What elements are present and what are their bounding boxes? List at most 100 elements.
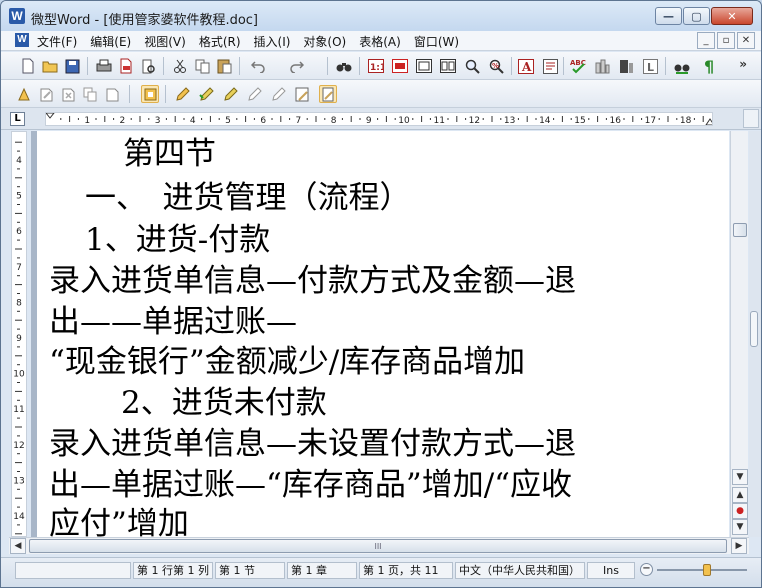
svg-text:¶: ¶	[704, 58, 714, 74]
doc-line[interactable]: 应付”增加	[49, 507, 189, 537]
menu-window[interactable]: 窗口(W)	[414, 33, 459, 50]
print-icon[interactable]	[95, 57, 113, 75]
highlight-pen-icon[interactable]	[173, 85, 191, 103]
doc-line[interactable]: 第四节	[123, 137, 216, 171]
reject-pen-icon[interactable]	[245, 85, 263, 103]
horizontal-scroll-thumb[interactable]: III	[29, 539, 727, 553]
menu-insert[interactable]: 插入(I)	[254, 33, 291, 50]
zoom-icon[interactable]	[463, 57, 481, 75]
minimize-button[interactable]: —	[655, 7, 682, 25]
first-line-indent-marker[interactable]	[46, 113, 55, 119]
browse-object-icon[interactable]: ●	[732, 503, 748, 519]
document-menu-icon[interactable]: W	[15, 33, 29, 47]
vertical-scrollbar[interactable]: ▼ ▲ ● ▼	[730, 131, 748, 537]
ruler-number: 17	[645, 116, 656, 125]
copy-object-icon[interactable]	[81, 85, 99, 103]
doc-line[interactable]: 1、进货-付款	[85, 223, 270, 257]
scroll-right-arrow-icon[interactable]: ▶	[731, 538, 747, 554]
save-icon[interactable]	[63, 57, 81, 75]
menu-object[interactable]: 对象(O)	[303, 33, 346, 50]
binoculars-replace-icon[interactable]	[673, 57, 691, 75]
standard-toolbar: 1:1 % A ABC L ¶ »	[1, 52, 761, 80]
pdf-export-icon[interactable]	[117, 57, 135, 75]
word-app-icon[interactable]: W	[9, 8, 25, 24]
vruler-number: 6	[16, 227, 22, 237]
whole-page-icon[interactable]	[415, 57, 433, 75]
split-handle[interactable]	[750, 311, 758, 347]
scroll-down-arrow-icon[interactable]: ▼	[732, 469, 748, 485]
actual-size-icon[interactable]: 1:1	[367, 57, 385, 75]
format-paragraph-icon[interactable]	[541, 57, 559, 75]
document-page[interactable]: 第四节 一、 进货管理（流程） 1、进货-付款 录入进货单信息—付款方式及金额—…	[37, 131, 729, 537]
close-button[interactable]: ✕	[711, 7, 753, 25]
find-icon[interactable]	[335, 57, 353, 75]
ruler-number: 18	[680, 116, 692, 125]
outline-l-icon[interactable]: L	[641, 57, 659, 75]
menu-edit[interactable]: 编辑(E)	[90, 33, 131, 50]
vertical-ruler[interactable]: 4 5 6 7 8 9 10 11 12 13 14	[11, 131, 27, 537]
next-page-icon[interactable]: ▼	[732, 519, 748, 535]
horizontal-ruler[interactable]: 1 2 3 4 5 6 7 8 9 10 11 12 13 14 15 16 17 18	[45, 112, 713, 126]
spell-check-icon[interactable]: ABC	[569, 57, 587, 75]
zoom-slider-knob[interactable]	[703, 564, 711, 576]
status-insert-mode[interactable]: Ins	[587, 562, 635, 579]
zoom-slider-track[interactable]	[657, 569, 747, 571]
doc-line[interactable]: 2、进货未付款	[121, 386, 327, 420]
copy-icon[interactable]	[193, 57, 211, 75]
scroll-left-arrow-icon[interactable]: ◀	[10, 538, 26, 554]
menu-format[interactable]: 格式(R)	[199, 33, 241, 50]
menu-view[interactable]: 视图(V)	[144, 33, 186, 50]
draw-arrow-icon[interactable]	[15, 85, 33, 103]
menu-file[interactable]: 文件(F)	[37, 33, 77, 50]
svg-text:L: L	[647, 61, 654, 74]
vruler-number: 9	[16, 334, 22, 344]
horizontal-scrollbar[interactable]: ◀ III ▶	[9, 537, 749, 554]
menu-table[interactable]: 表格(A)	[359, 33, 401, 50]
doc-line[interactable]: 出——单据过账—	[49, 305, 297, 339]
right-indent-marker[interactable]	[705, 118, 712, 125]
doc-line[interactable]: 录入进货单信息—付款方式及金额—退	[49, 264, 576, 298]
split-view-button[interactable]	[743, 109, 759, 128]
columns-icon[interactable]	[617, 57, 635, 75]
maximize-button[interactable]: ▢	[683, 7, 710, 25]
cut-icon[interactable]	[171, 57, 189, 75]
doc-restore-button[interactable]: ▫	[717, 32, 735, 49]
redo-icon[interactable]	[287, 57, 305, 75]
page-width-icon[interactable]	[391, 57, 409, 75]
new-document-icon[interactable]	[19, 57, 37, 75]
doc-line[interactable]: “现金银行”金额减少/库存商品增加	[49, 345, 525, 379]
doc-minimize-button[interactable]: _	[697, 32, 715, 49]
show-formatting-icon[interactable]: ¶	[701, 57, 719, 75]
word-count-icon[interactable]	[593, 57, 611, 75]
doc-line[interactable]: 录入进货单信息—未设置付款方式—退	[49, 427, 576, 461]
toolbar-overflow-icon[interactable]: »	[739, 57, 747, 71]
prev-page-icon[interactable]: ▲	[732, 487, 748, 503]
open-folder-icon[interactable]	[41, 57, 59, 75]
ruler-number: 4	[190, 116, 196, 125]
two-pages-icon[interactable]	[439, 57, 457, 75]
doc-close-button[interactable]: ✕	[737, 32, 755, 49]
accept-pen-icon[interactable]	[221, 85, 239, 103]
vruler-number: 13	[13, 476, 24, 486]
print-preview-icon[interactable]	[139, 57, 157, 75]
doc-line[interactable]: 出—单据过账—“库存商品”增加/“应收	[49, 468, 572, 502]
ruler-number: 15	[574, 116, 585, 125]
font-color-icon[interactable]: A	[517, 57, 535, 75]
object-properties-icon[interactable]	[103, 85, 121, 103]
paste-icon[interactable]	[215, 57, 233, 75]
delete-object-icon[interactable]	[59, 85, 77, 103]
window-controls: — ▢ ✕	[654, 7, 753, 25]
check-pen-icon[interactable]	[197, 85, 215, 103]
revision-mode-icon[interactable]	[319, 85, 337, 103]
vertical-scroll-thumb[interactable]	[733, 223, 747, 237]
undo-icon[interactable]	[249, 57, 267, 75]
zoom-percent-icon[interactable]: %	[487, 57, 505, 75]
edit-object-icon[interactable]	[37, 85, 55, 103]
ruler-number: 6	[260, 116, 266, 125]
tab-stop-selector[interactable]: L	[10, 112, 25, 126]
zoom-out-icon[interactable]: −	[640, 563, 653, 576]
doc-line[interactable]: 一、 进货管理（流程）	[85, 181, 411, 215]
insert-object-icon[interactable]	[141, 85, 159, 103]
clear-pen-icon[interactable]	[269, 85, 287, 103]
notes-icon[interactable]	[293, 85, 311, 103]
